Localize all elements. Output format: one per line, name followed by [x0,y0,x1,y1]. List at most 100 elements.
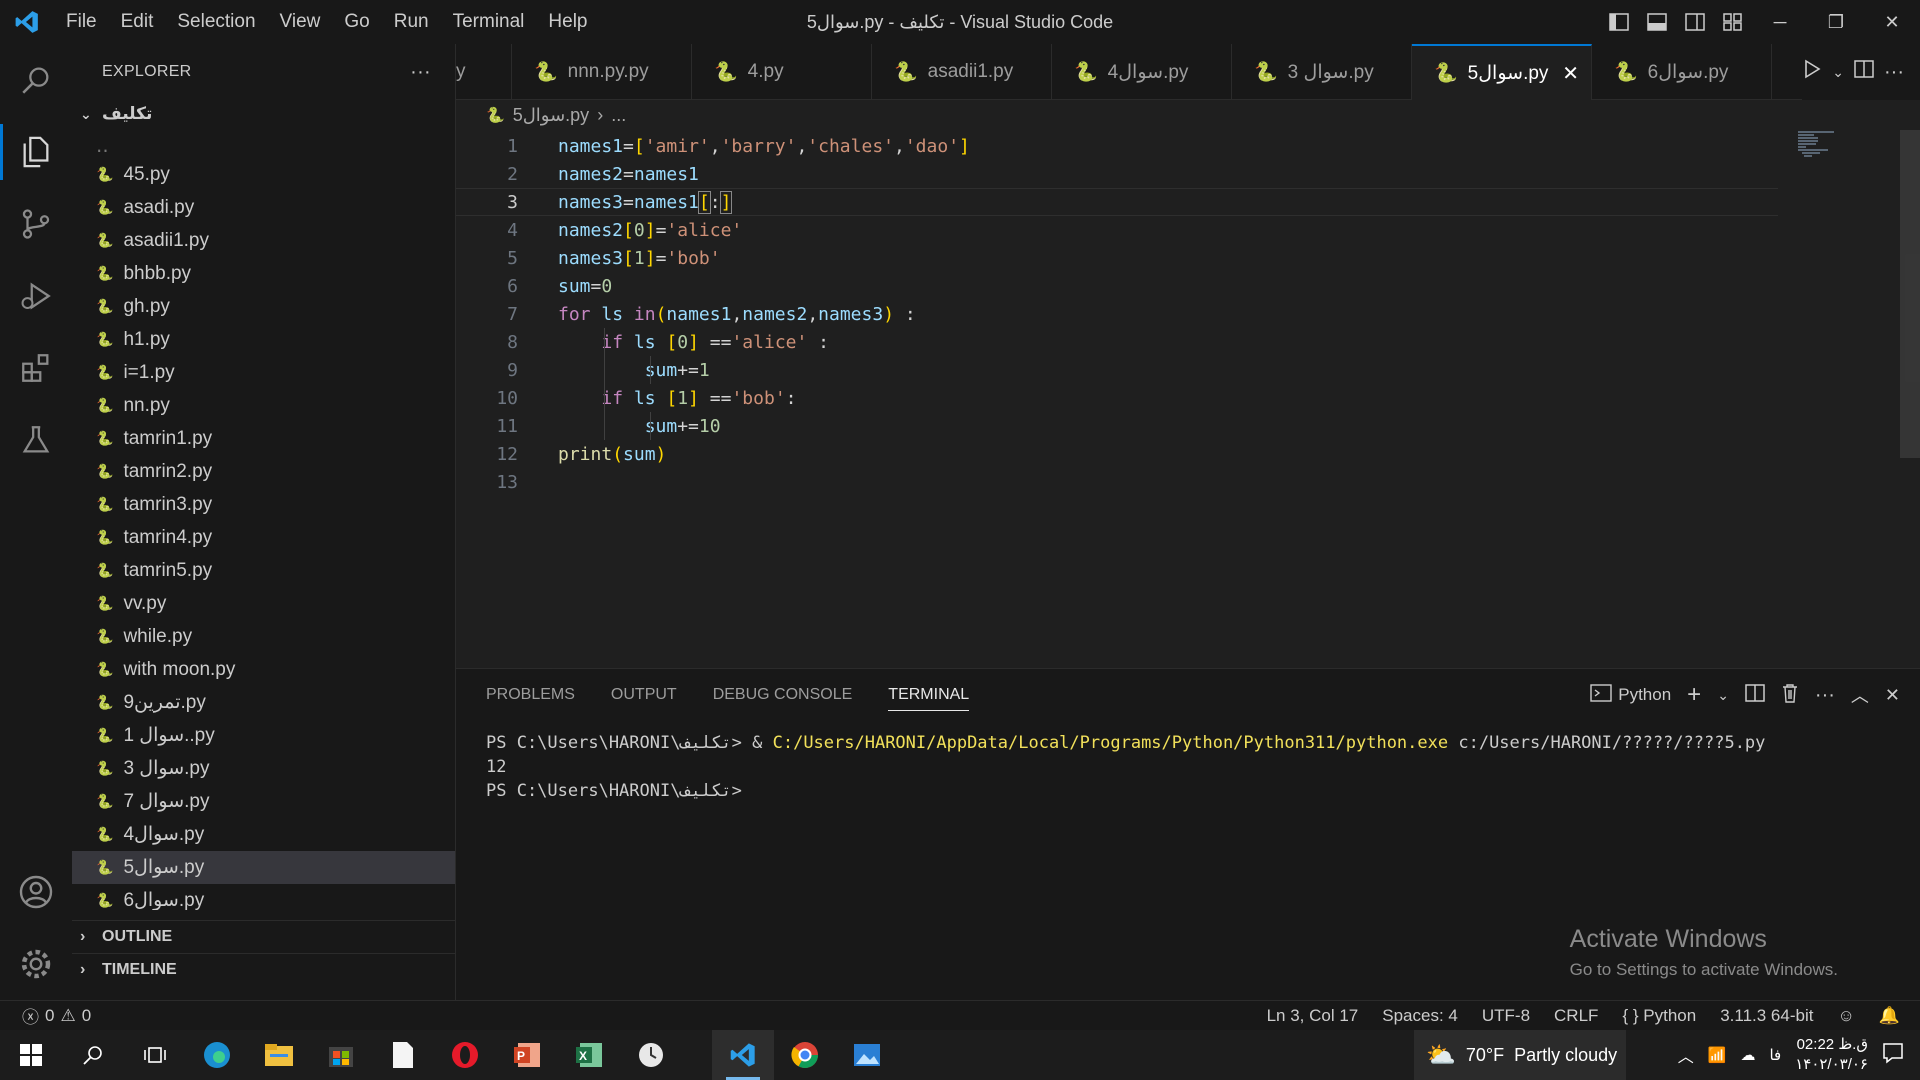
menu-selection[interactable]: Selection [165,11,267,33]
terminal-selector[interactable]: Python [1590,683,1671,707]
tab-partial[interactable]: y [456,44,512,100]
file-item[interactable]: 🐍 tamrin4.py [72,521,455,554]
document-icon[interactable] [372,1030,434,1080]
language-mode[interactable]: { } Python [1622,1006,1696,1026]
vscode-taskbar-icon[interactable] [712,1030,774,1080]
explorer-more-button[interactable]: ··· [410,61,431,84]
line-ending[interactable]: CRLF [1554,1006,1598,1026]
explorer-icon[interactable] [0,116,72,188]
menu-help[interactable]: Help [536,11,599,33]
tab-asadii1[interactable]: 🐍 asadii1.py [872,44,1052,100]
file-item[interactable]: 🐍 tamrin5.py [72,554,455,587]
edge-browser-icon[interactable] [186,1030,248,1080]
minimap[interactable] [1798,130,1858,170]
run-file-icon[interactable] [1802,59,1822,85]
close-panel-icon[interactable]: ✕ [1885,685,1900,706]
code-editor[interactable]: 1 names1=['amir','barry','chales','dao'] … [456,130,1920,668]
file-item[interactable]: 🐍 asadii1.py [72,224,455,257]
task-view-icon[interactable] [124,1030,186,1080]
split-editor-icon[interactable] [1854,59,1874,85]
file-item[interactable]: 🐍 vv.py [72,587,455,620]
menu-go[interactable]: Go [332,11,381,33]
file-explorer-icon[interactable] [248,1030,310,1080]
file-item[interactable]: 🐍 with moon.py [72,653,455,686]
notifications-bell-icon[interactable]: 🔔 [1879,1006,1900,1026]
file-item[interactable]: 🐍 tamrin2.py [72,455,455,488]
split-terminal-icon[interactable] [1745,683,1765,708]
feedback-icon[interactable]: ☺ [1837,1006,1854,1026]
restore-icon[interactable]: ❐ [1808,0,1864,44]
breadcrumb-symbols[interactable]: ... [611,105,626,126]
wifi-icon[interactable]: 📶 [1708,1046,1727,1064]
file-item[interactable]: 🐍 gh.py [72,290,455,323]
indentation[interactable]: Spaces: 4 [1382,1006,1458,1026]
folder-header[interactable]: ⌄ تکلیف [72,100,455,128]
close-tab-icon[interactable]: ✕ [1562,61,1579,86]
weather-widget[interactable]: ⛅ 70°F Partly cloudy [1414,1030,1626,1080]
file-item[interactable]: 🐍 h1.py [72,323,455,356]
clock-app-icon[interactable] [620,1030,682,1080]
encoding[interactable]: UTF-8 [1482,1006,1530,1026]
tab-debug-console[interactable]: DEBUG CONSOLE [713,669,853,721]
source-control-icon[interactable] [0,188,72,260]
maximize-panel-icon[interactable]: ︿ [1851,682,1869,708]
problems-indicator[interactable]: ⓧ 0 ⚠ 0 [0,1003,91,1028]
customize-layout-icon[interactable] [1714,0,1752,44]
outline-section[interactable]: › OUTLINE [72,920,455,953]
tab-4[interactable]: 🐍 4.py [692,44,872,100]
toggle-panel-icon[interactable] [1638,0,1676,44]
more-actions-icon[interactable]: ··· [1815,684,1835,707]
new-terminal-icon[interactable]: + [1687,681,1701,709]
menu-edit[interactable]: Edit [109,11,166,33]
file-item[interactable]: 🐍 asadi.py [72,191,455,224]
opera-browser-icon[interactable] [434,1030,496,1080]
input-language[interactable]: فا [1769,1046,1781,1064]
file-item[interactable]: 🐍 1 سوال..py [72,719,455,752]
extensions-icon[interactable] [0,332,72,404]
powerpoint-icon[interactable]: P [496,1030,558,1080]
menu-view[interactable]: View [268,11,333,33]
terminal-output[interactable]: PS C:\Users\HARONI\تکلیف> & C:/Users/HAR… [456,721,1920,813]
tab-soal6[interactable]: 🐍 6سوال.py [1592,44,1772,100]
search-icon[interactable] [0,44,72,116]
chrome-browser-icon[interactable] [774,1030,836,1080]
tab-soal4[interactable]: 🐍 4سوال.py [1052,44,1232,100]
chevron-up-icon[interactable]: ︿ [1678,1043,1694,1067]
accounts-icon[interactable] [0,856,72,928]
clock[interactable]: 02:22 ق.ظ ۱۴۰۲/۰۳/۰۶ [1795,1035,1868,1075]
menu-run[interactable]: Run [382,11,441,33]
cursor-position[interactable]: Ln 3, Col 17 [1267,1006,1359,1026]
file-item[interactable]: 🐍 7 سوال.py [72,785,455,818]
tab-nnn[interactable]: 🐍 nnn.py.py [512,44,692,100]
file-item[interactable]: 🐍 4سوال.py [72,818,455,851]
file-item[interactable]: 🐍 tamrin3.py [72,488,455,521]
excel-icon[interactable]: X [558,1030,620,1080]
search-icon[interactable] [62,1030,124,1080]
file-item[interactable]: 🐍 5سوال.py [72,851,455,884]
trash-icon[interactable] [1781,683,1799,708]
tab-soal5[interactable]: 🐍 5سوال.py ✕ [1412,44,1592,100]
tab-terminal[interactable]: TERMINAL [888,669,969,721]
tab-output[interactable]: OUTPUT [611,669,677,721]
more-actions-icon[interactable]: ··· [1884,61,1904,84]
toggle-secondary-sidebar-icon[interactable] [1676,0,1714,44]
file-item[interactable]: 🐍 45.py [72,158,455,191]
timeline-section[interactable]: › TIMELINE [72,953,455,986]
file-item[interactable]: 🐍 bhbb.py [72,257,455,290]
file-item[interactable]: 🐍 tamrin1.py [72,422,455,455]
menu-file[interactable]: File [54,11,109,33]
breadcrumb-file[interactable]: 5سوال.py [513,105,590,126]
run-debug-icon[interactable] [0,260,72,332]
windows-start-icon[interactable] [0,1030,62,1080]
file-item[interactable]: 🐍 nn.py [72,389,455,422]
file-item[interactable]: 🐍 3 سوال.py [72,752,455,785]
run-dropdown-icon[interactable]: ⌄ [1832,64,1844,81]
minimize-icon[interactable]: ─ [1752,0,1808,44]
chevron-down-icon[interactable]: ⌄ [1717,687,1729,704]
photos-app-icon[interactable] [836,1030,898,1080]
testing-icon[interactable] [0,404,72,476]
microsoft-store-icon[interactable] [310,1030,372,1080]
tab-soal3[interactable]: 🐍 3 سوال.py [1232,44,1412,100]
file-item-partial[interactable]: ‥ [72,144,455,158]
tab-problems[interactable]: PROBLEMS [486,669,575,721]
